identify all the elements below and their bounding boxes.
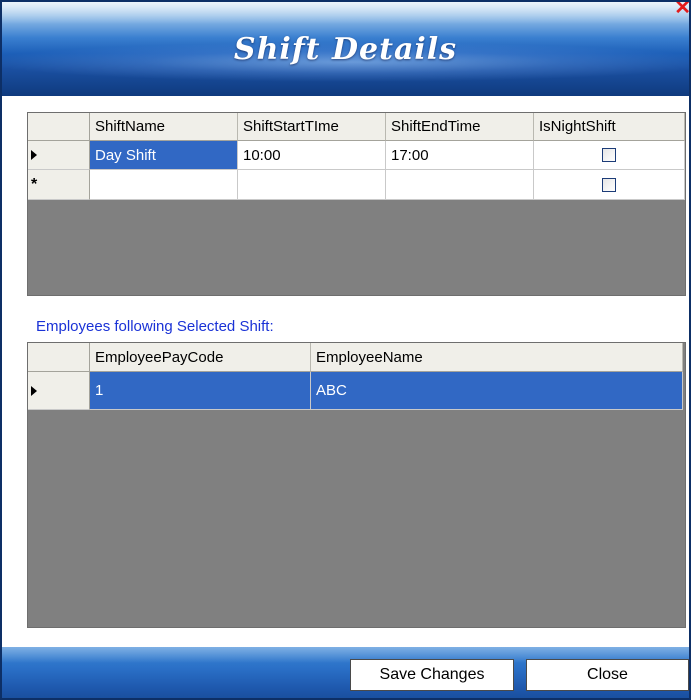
title-bar: Shift Details ✕	[2, 2, 689, 96]
cell-shiftname[interactable]: Day Shift	[90, 141, 238, 170]
row-header-new[interactable]: *	[28, 170, 90, 200]
column-header-employeepaycode[interactable]: EmployeePayCode	[90, 343, 311, 372]
cell-employeepaycode[interactable]: 1	[90, 372, 311, 410]
window-title: Shift Details	[233, 32, 458, 67]
close-button[interactable]: Close	[526, 659, 689, 691]
cell-shiftstarttime[interactable]: 10:00	[238, 141, 386, 170]
employees-section-label: Employees following Selected Shift:	[36, 318, 274, 335]
shifts-grid[interactable]: ShiftName ShiftStartTIme ShiftEndTime Is…	[27, 112, 686, 296]
table-row[interactable]: 1 ABC	[28, 372, 683, 410]
cell-new-isnightshift[interactable]	[534, 170, 685, 200]
cell-new-shiftendtime[interactable]	[386, 170, 534, 200]
column-header-employeename[interactable]: EmployeeName	[311, 343, 683, 372]
shift-details-window: Shift Details ✕ ShiftName ShiftStartTIme…	[0, 0, 691, 700]
table-row[interactable]: Day Shift 10:00 17:00	[28, 141, 685, 170]
row-header-corner	[28, 113, 90, 141]
column-header-isnightshift[interactable]: IsNightShift	[534, 113, 685, 141]
row-header-corner	[28, 343, 90, 372]
night-shift-checkbox[interactable]	[602, 148, 616, 162]
new-row[interactable]: *	[28, 170, 685, 200]
cell-isnightshift[interactable]	[534, 141, 685, 170]
current-row-pointer-icon	[31, 385, 37, 396]
cell-new-shiftname[interactable]	[90, 170, 238, 200]
save-changes-button[interactable]: Save Changes	[350, 659, 514, 691]
row-header[interactable]	[28, 372, 90, 410]
new-night-shift-checkbox[interactable]	[602, 177, 616, 192]
cell-employeename[interactable]: ABC	[311, 372, 683, 410]
cell-new-shiftstarttime[interactable]	[238, 170, 386, 200]
cell-shiftendtime[interactable]: 17:00	[386, 141, 534, 170]
current-row-pointer-icon	[31, 150, 37, 160]
employees-grid-header: EmployeePayCode EmployeeName	[28, 343, 683, 372]
shifts-grid-header: ShiftName ShiftStartTIme ShiftEndTime Is…	[28, 113, 685, 141]
column-header-shiftstarttime[interactable]: ShiftStartTIme	[238, 113, 386, 141]
column-header-shiftendtime[interactable]: ShiftEndTime	[386, 113, 534, 141]
employees-grid[interactable]: EmployeePayCode EmployeeName 1 ABC	[27, 342, 686, 628]
new-row-icon: *	[31, 175, 38, 193]
close-icon[interactable]: ✕	[674, 2, 689, 18]
column-header-shiftname[interactable]: ShiftName	[90, 113, 238, 141]
row-header[interactable]	[28, 141, 90, 170]
footer-bar: Save Changes Close	[2, 647, 689, 698]
